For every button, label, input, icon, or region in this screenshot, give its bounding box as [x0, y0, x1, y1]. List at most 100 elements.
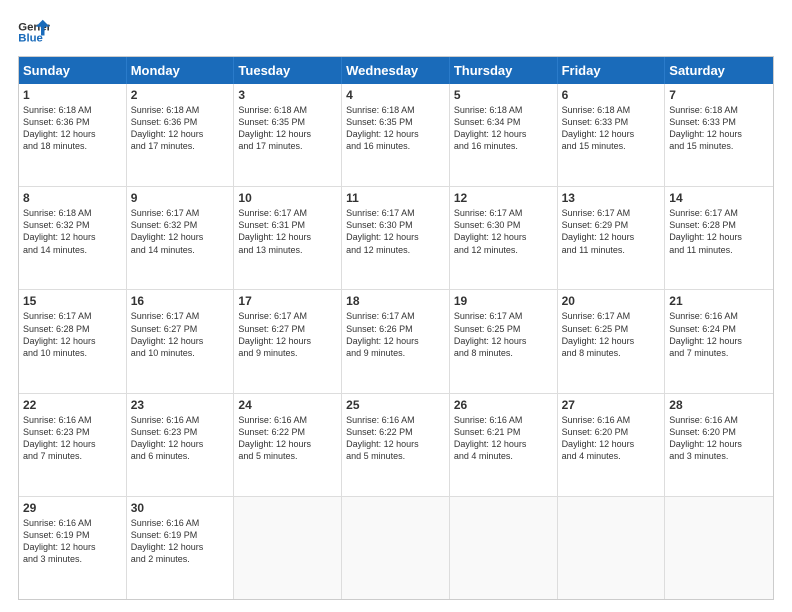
svg-text:Blue: Blue: [18, 33, 43, 45]
calendar-row: 22 Sunrise: 6:16 AM Sunset: 6:23 PM Dayli…: [19, 393, 773, 496]
calendar-cell: 29 Sunrise: 6:16 AM Sunset: 6:19 PM Dayli…: [19, 497, 127, 599]
calendar-row: 8Sunrise: 6:18 AM Sunset: 6:32 PM Daylig…: [19, 186, 773, 289]
cell-info: Sunrise: 6:17 AM Sunset: 6:25 PM Dayligh…: [562, 310, 661, 359]
cell-info: Sunrise: 6:18 AM Sunset: 6:32 PM Dayligh…: [23, 207, 122, 256]
day-number: 7: [669, 88, 769, 102]
cell-info: Sunrise: 6:16 AM Sunset: 6:20 PM Dayligh…: [562, 414, 661, 463]
page: General Blue SundayMondayTuesdayWednesda…: [0, 0, 792, 612]
cell-info: Sunrise: 6:17 AM Sunset: 6:27 PM Dayligh…: [238, 310, 337, 359]
cell-info: Sunrise: 6:17 AM Sunset: 6:25 PM Dayligh…: [454, 310, 553, 359]
cell-info: Sunrise: 6:18 AM Sunset: 6:35 PM Dayligh…: [238, 104, 337, 153]
calendar-cell: 22Sunrise: 6:16 AM Sunset: 6:23 PM Dayli…: [19, 394, 127, 496]
calendar-cell: [450, 497, 558, 599]
weekday-label: Sunday: [19, 57, 127, 84]
day-number: 9: [131, 191, 230, 205]
calendar-cell: 8Sunrise: 6:18 AM Sunset: 6:32 PM Daylig…: [19, 187, 127, 289]
cell-info: Sunrise: 6:17 AM Sunset: 6:30 PM Dayligh…: [346, 207, 445, 256]
calendar-cell: [342, 497, 450, 599]
calendar-cell: 24Sunrise: 6:16 AM Sunset: 6:22 PM Dayli…: [234, 394, 342, 496]
weekday-label: Wednesday: [342, 57, 450, 84]
calendar-header: SundayMondayTuesdayWednesdayThursdayFrid…: [19, 57, 773, 84]
day-number: 11: [346, 191, 445, 205]
calendar-cell: [558, 497, 666, 599]
calendar-cell: 15 Sunrise: 6:17 AM Sunset: 6:28 PM Dayli…: [19, 290, 127, 392]
calendar-cell: [665, 497, 773, 599]
calendar-cell: 10 Sunrise: 6:17 AM Sunset: 6:31 PM Dayli…: [234, 187, 342, 289]
calendar-cell: 4 Sunrise: 6:18 AM Sunset: 6:35 PM Daylig…: [342, 84, 450, 186]
calendar-cell: 25 Sunrise: 6:16 AM Sunset: 6:22 PM Dayli…: [342, 394, 450, 496]
cell-info: Sunrise: 6:17 AM Sunset: 6:29 PM Dayligh…: [562, 207, 661, 256]
day-number: 17: [238, 294, 337, 308]
calendar-row: 29 Sunrise: 6:16 AM Sunset: 6:19 PM Dayli…: [19, 496, 773, 599]
cell-info: Sunrise: 6:17 AM Sunset: 6:28 PM Dayligh…: [23, 310, 122, 359]
day-number: 25: [346, 398, 445, 412]
day-number: 13: [562, 191, 661, 205]
calendar-cell: 20 Sunrise: 6:17 AM Sunset: 6:25 PM Dayli…: [558, 290, 666, 392]
calendar-cell: 1 Sunrise: 6:18 AM Sunset: 6:36 PM Daylig…: [19, 84, 127, 186]
logo: General Blue: [18, 18, 50, 46]
weekday-label: Saturday: [665, 57, 773, 84]
day-number: 27: [562, 398, 661, 412]
calendar-cell: 12 Sunrise: 6:17 AM Sunset: 6:30 PM Dayli…: [450, 187, 558, 289]
weekday-label: Tuesday: [234, 57, 342, 84]
day-number: 15: [23, 294, 122, 308]
day-number: 22: [23, 398, 122, 412]
day-number: 19: [454, 294, 553, 308]
calendar-cell: 19 Sunrise: 6:17 AM Sunset: 6:25 PM Dayli…: [450, 290, 558, 392]
logo-icon: General Blue: [18, 18, 50, 46]
cell-info: Sunrise: 6:16 AM Sunset: 6:19 PM Dayligh…: [131, 517, 230, 566]
cell-info: Sunrise: 6:16 AM Sunset: 6:22 PM Dayligh…: [346, 414, 445, 463]
day-number: 3: [238, 88, 337, 102]
cell-info: Sunrise: 6:17 AM Sunset: 6:26 PM Dayligh…: [346, 310, 445, 359]
calendar-cell: 30 Sunrise: 6:16 AM Sunset: 6:19 PM Dayli…: [127, 497, 235, 599]
calendar-cell: 27 Sunrise: 6:16 AM Sunset: 6:20 PM Dayli…: [558, 394, 666, 496]
cell-info: Sunrise: 6:17 AM Sunset: 6:30 PM Dayligh…: [454, 207, 553, 256]
day-number: 12: [454, 191, 553, 205]
day-number: 2: [131, 88, 230, 102]
calendar-row: 15 Sunrise: 6:17 AM Sunset: 6:28 PM Dayli…: [19, 289, 773, 392]
cell-info: Sunrise: 6:18 AM Sunset: 6:35 PM Dayligh…: [346, 104, 445, 153]
calendar-cell: 16 Sunrise: 6:17 AM Sunset: 6:27 PM Dayli…: [127, 290, 235, 392]
calendar-cell: 14Sunrise: 6:17 AM Sunset: 6:28 PM Dayli…: [665, 187, 773, 289]
cell-info: Sunrise: 6:18 AM Sunset: 6:34 PM Dayligh…: [454, 104, 553, 153]
day-number: 16: [131, 294, 230, 308]
day-number: 10: [238, 191, 337, 205]
day-number: 26: [454, 398, 553, 412]
cell-info: Sunrise: 6:16 AM Sunset: 6:21 PM Dayligh…: [454, 414, 553, 463]
cell-info: Sunrise: 6:18 AM Sunset: 6:33 PM Dayligh…: [562, 104, 661, 153]
cell-info: Sunrise: 6:17 AM Sunset: 6:28 PM Dayligh…: [669, 207, 769, 256]
calendar-row: 1 Sunrise: 6:18 AM Sunset: 6:36 PM Daylig…: [19, 84, 773, 186]
day-number: 30: [131, 501, 230, 515]
calendar-cell: 13 Sunrise: 6:17 AM Sunset: 6:29 PM Dayli…: [558, 187, 666, 289]
calendar-cell: 18Sunrise: 6:17 AM Sunset: 6:26 PM Dayli…: [342, 290, 450, 392]
cell-info: Sunrise: 6:16 AM Sunset: 6:20 PM Dayligh…: [669, 414, 769, 463]
day-number: 29: [23, 501, 122, 515]
calendar-cell: 17 Sunrise: 6:17 AM Sunset: 6:27 PM Dayli…: [234, 290, 342, 392]
calendar-cell: 21 Sunrise: 6:16 AM Sunset: 6:24 PM Dayli…: [665, 290, 773, 392]
calendar-cell: [234, 497, 342, 599]
day-number: 23: [131, 398, 230, 412]
cell-info: Sunrise: 6:16 AM Sunset: 6:22 PM Dayligh…: [238, 414, 337, 463]
calendar-cell: 11 Sunrise: 6:17 AM Sunset: 6:30 PM Dayli…: [342, 187, 450, 289]
day-number: 5: [454, 88, 553, 102]
cell-info: Sunrise: 6:18 AM Sunset: 6:33 PM Dayligh…: [669, 104, 769, 153]
header: General Blue: [18, 18, 774, 46]
cell-info: Sunrise: 6:17 AM Sunset: 6:31 PM Dayligh…: [238, 207, 337, 256]
cell-info: Sunrise: 6:17 AM Sunset: 6:32 PM Dayligh…: [131, 207, 230, 256]
calendar-cell: 26 Sunrise: 6:16 AM Sunset: 6:21 PM Dayli…: [450, 394, 558, 496]
cell-info: Sunrise: 6:16 AM Sunset: 6:23 PM Dayligh…: [131, 414, 230, 463]
cell-info: Sunrise: 6:17 AM Sunset: 6:27 PM Dayligh…: [131, 310, 230, 359]
day-number: 6: [562, 88, 661, 102]
cell-info: Sunrise: 6:16 AM Sunset: 6:24 PM Dayligh…: [669, 310, 769, 359]
calendar-cell: 6 Sunrise: 6:18 AM Sunset: 6:33 PM Daylig…: [558, 84, 666, 186]
day-number: 21: [669, 294, 769, 308]
cell-info: Sunrise: 6:16 AM Sunset: 6:19 PM Dayligh…: [23, 517, 122, 566]
calendar-body: 1 Sunrise: 6:18 AM Sunset: 6:36 PM Daylig…: [19, 84, 773, 599]
day-number: 1: [23, 88, 122, 102]
day-number: 4: [346, 88, 445, 102]
calendar-cell: 2 Sunrise: 6:18 AM Sunset: 6:36 PM Daylig…: [127, 84, 235, 186]
day-number: 28: [669, 398, 769, 412]
cell-info: Sunrise: 6:18 AM Sunset: 6:36 PM Dayligh…: [23, 104, 122, 153]
day-number: 20: [562, 294, 661, 308]
cell-info: Sunrise: 6:18 AM Sunset: 6:36 PM Dayligh…: [131, 104, 230, 153]
